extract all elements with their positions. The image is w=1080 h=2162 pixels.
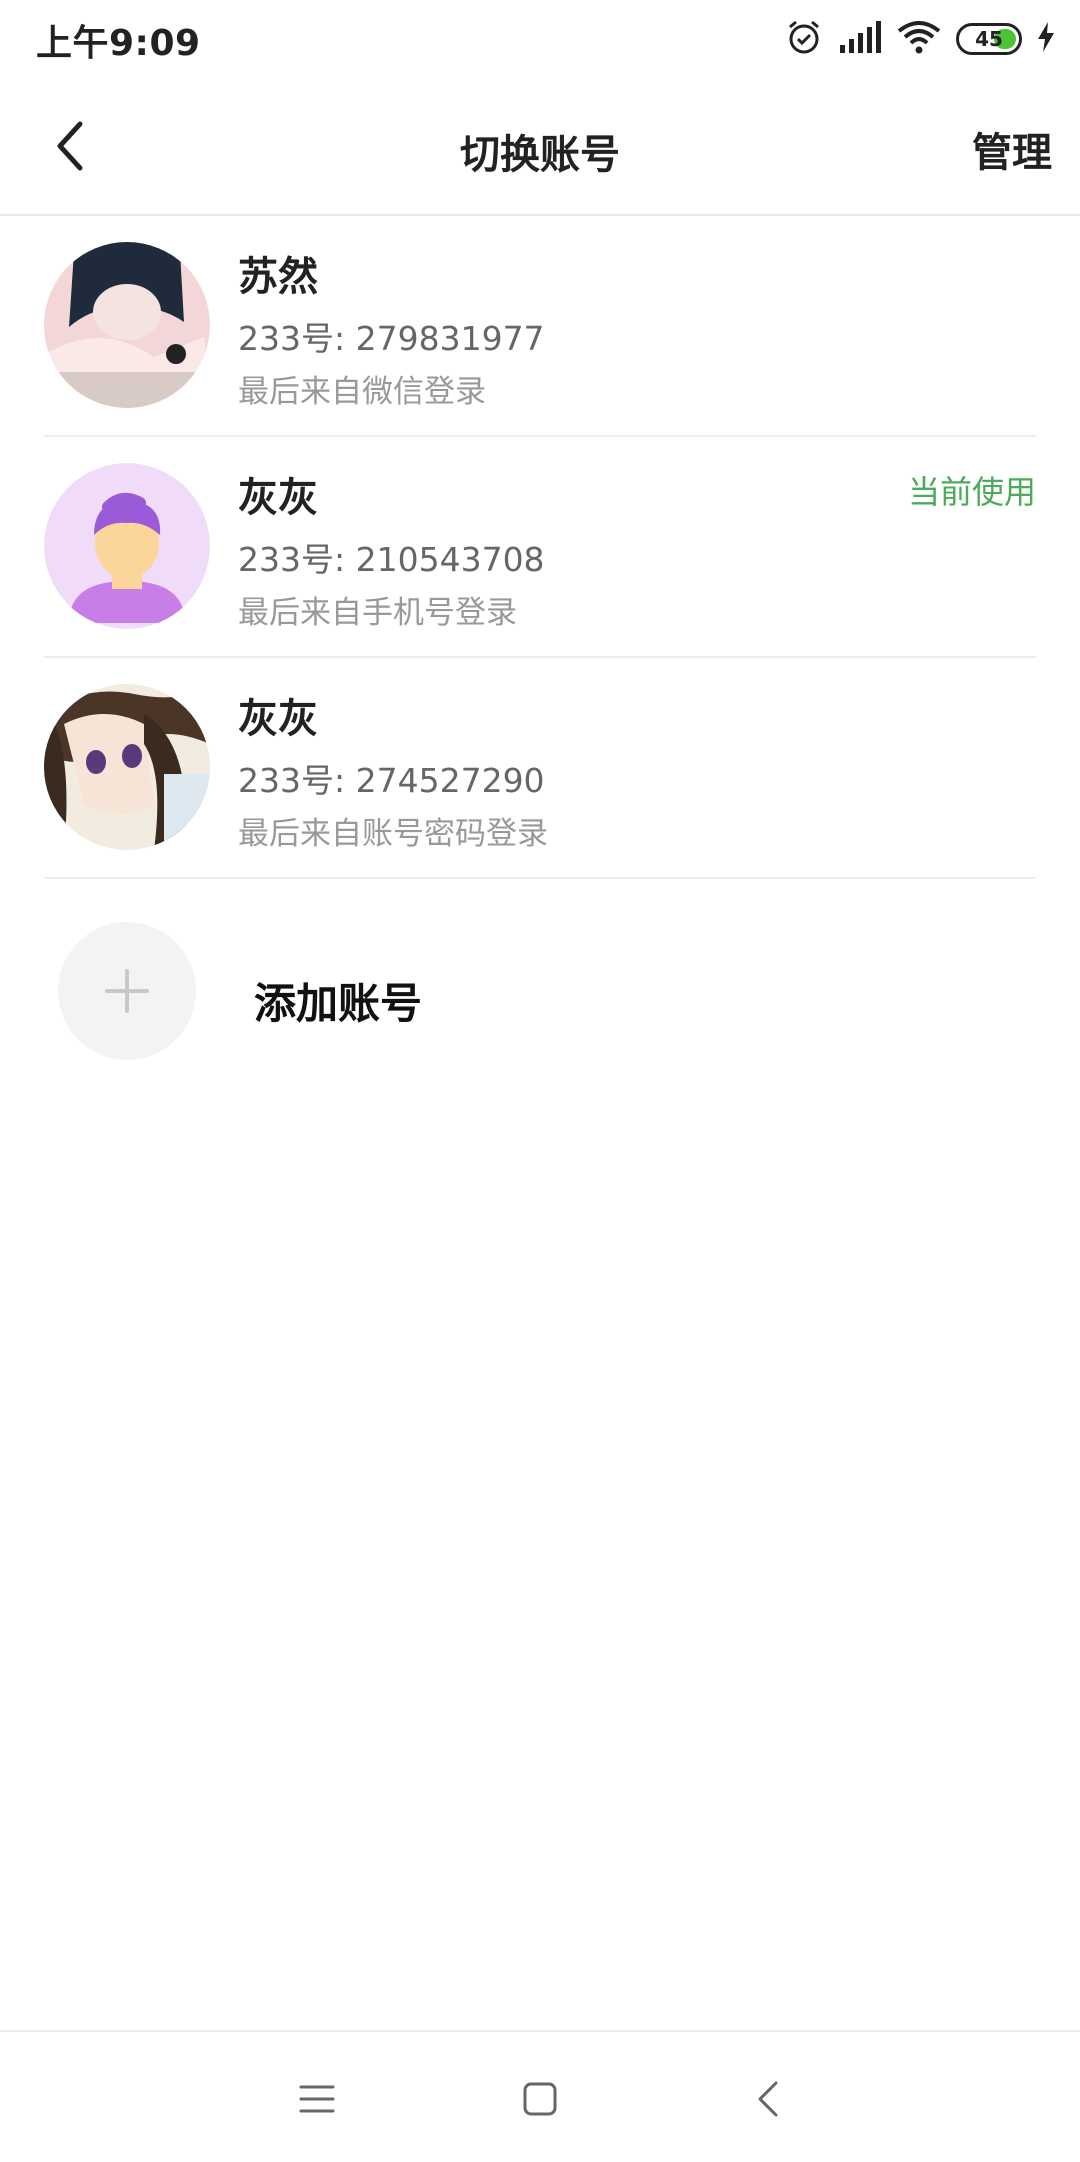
nav-back-button[interactable] <box>733 2064 803 2134</box>
battery-icon: 45 <box>956 23 1022 55</box>
avatar <box>44 684 210 850</box>
home-icon <box>523 2082 557 2116</box>
status-bar: 上午9:09 45 <box>0 0 1080 78</box>
account-name: 灰灰 <box>238 696 318 742</box>
home-button[interactable] <box>505 2064 575 2134</box>
page-title: 切换账号 <box>460 132 620 178</box>
account-name: 灰灰 <box>238 475 318 521</box>
status-time: 上午9:09 <box>36 23 201 64</box>
status-icons: 45 <box>784 18 1056 60</box>
avatar <box>44 463 210 629</box>
signal-icon <box>838 19 882 59</box>
add-account-circle <box>58 922 196 1060</box>
account-id: 233号: 210543708 <box>238 540 545 579</box>
battery-level: 45 <box>975 27 1003 51</box>
account-id: 233号: 274527290 <box>238 761 545 800</box>
add-account-button[interactable]: 添加账号 <box>0 880 1080 1060</box>
account-login-source: 最后来自手机号登录 <box>238 595 517 631</box>
account-item[interactable]: 灰灰 233号: 210543708 最后来自手机号登录 当前使用 <box>0 437 1080 658</box>
current-account-label: 当前使用 <box>907 473 1036 511</box>
add-account-label: 添加账号 <box>254 979 423 1028</box>
back-icon <box>758 2081 778 2117</box>
account-login-source: 最后来自账号密码登录 <box>238 816 548 852</box>
header: 切换账号 管理 <box>0 78 1080 216</box>
account-list: 苏然 233号: 279831977 最后来自微信登录 灰灰 233号: 210… <box>0 216 1080 879</box>
alarm-icon <box>784 17 824 61</box>
account-id: 233号: 279831977 <box>238 319 545 358</box>
manage-button[interactable]: 管理 <box>972 120 1052 178</box>
account-item[interactable]: 灰灰 233号: 274527290 最后来自账号密码登录 <box>0 658 1080 879</box>
menu-button[interactable] <box>282 2064 352 2134</box>
plus-icon <box>105 969 149 1013</box>
menu-icon <box>299 2085 335 2113</box>
avatar <box>44 242 210 408</box>
divider <box>44 877 1036 879</box>
navigation-bar <box>0 2030 1080 2162</box>
charging-icon <box>1036 21 1056 57</box>
account-login-source: 最后来自微信登录 <box>238 374 486 410</box>
account-name: 苏然 <box>238 254 318 300</box>
account-item[interactable]: 苏然 233号: 279831977 最后来自微信登录 <box>0 216 1080 437</box>
wifi-icon <box>896 19 942 59</box>
